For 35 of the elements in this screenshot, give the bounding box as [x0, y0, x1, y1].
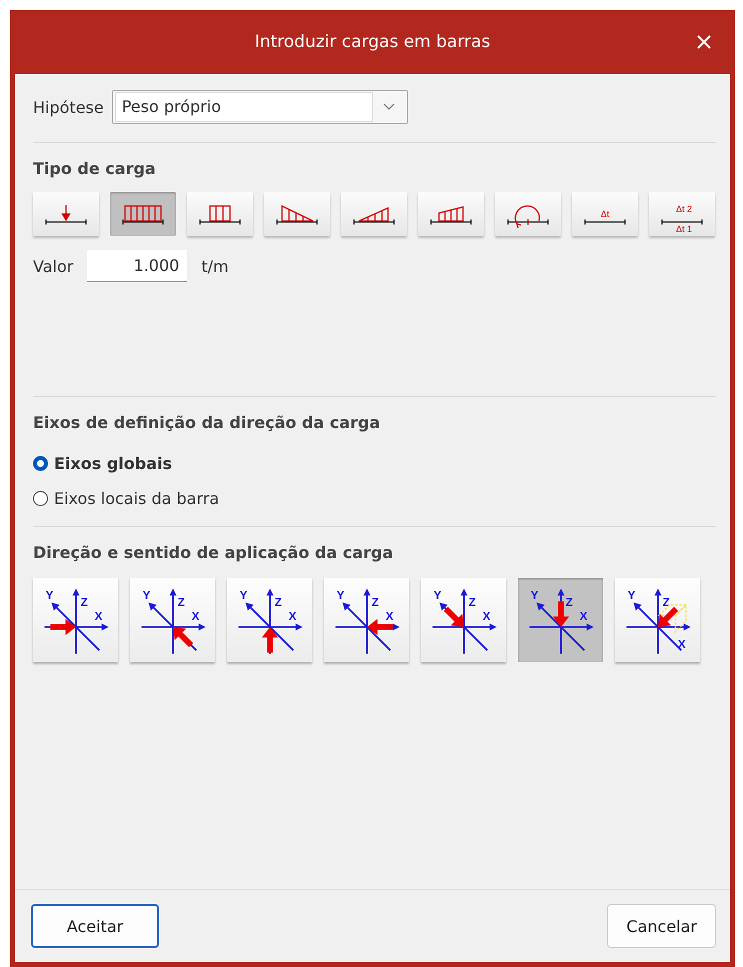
hypothesis-dropdown[interactable]: Peso próprio — [112, 90, 408, 124]
section-heading: Eixos de definição da direção da carga — [33, 413, 380, 432]
load-type-button[interactable]: Δt — [572, 192, 638, 236]
radio-button[interactable] — [33, 491, 48, 506]
direction-button[interactable]: Y Z X — [227, 578, 312, 662]
load-type-button[interactable] — [187, 192, 253, 236]
direction-button[interactable]: Y Z X — [130, 578, 215, 662]
load-type-button[interactable] — [33, 192, 99, 236]
load-type-button[interactable] — [264, 192, 330, 236]
direction-button[interactable]: Y Z X — [421, 578, 506, 662]
load-type-button[interactable] — [341, 192, 407, 236]
value-field[interactable]: 1.000 — [87, 250, 188, 282]
direction-button[interactable]: Y Z X — [324, 578, 409, 662]
direction-button[interactable]: Y Z X — [33, 578, 118, 662]
radio-option[interactable]: Eixos locais da barra — [33, 489, 220, 508]
close-icon[interactable] — [696, 34, 712, 50]
direction-button[interactable]: Y Z X — [518, 578, 603, 662]
load-type-button[interactable] — [495, 192, 561, 236]
load-type-button[interactable] — [110, 192, 176, 236]
radio-option[interactable]: Eixos globais — [33, 454, 220, 473]
hypothesis-label: Hipótese — [33, 98, 104, 116]
section-heading: Direção e sentido de aplicação da carga — [33, 543, 394, 562]
load-type-button[interactable] — [418, 192, 484, 236]
load-type-button[interactable]: Δt 2 Δt 1 — [649, 192, 715, 236]
section-heading: Tipo de carga — [33, 159, 156, 178]
temperature-label: Δt 1 — [676, 224, 692, 234]
window-title: Introduzir cargas em barras — [254, 32, 490, 52]
value-label: Valor — [33, 256, 74, 276]
caret-icon — [382, 103, 395, 111]
radio-button[interactable] — [33, 456, 48, 471]
accept-button[interactable]: Aceitar — [31, 904, 159, 948]
temperature-label: Δt — [600, 209, 610, 219]
temperature-label: Δt 2 — [676, 204, 692, 214]
cancel-button[interactable]: Cancelar — [607, 904, 716, 948]
unit-label: t/m — [201, 256, 229, 276]
